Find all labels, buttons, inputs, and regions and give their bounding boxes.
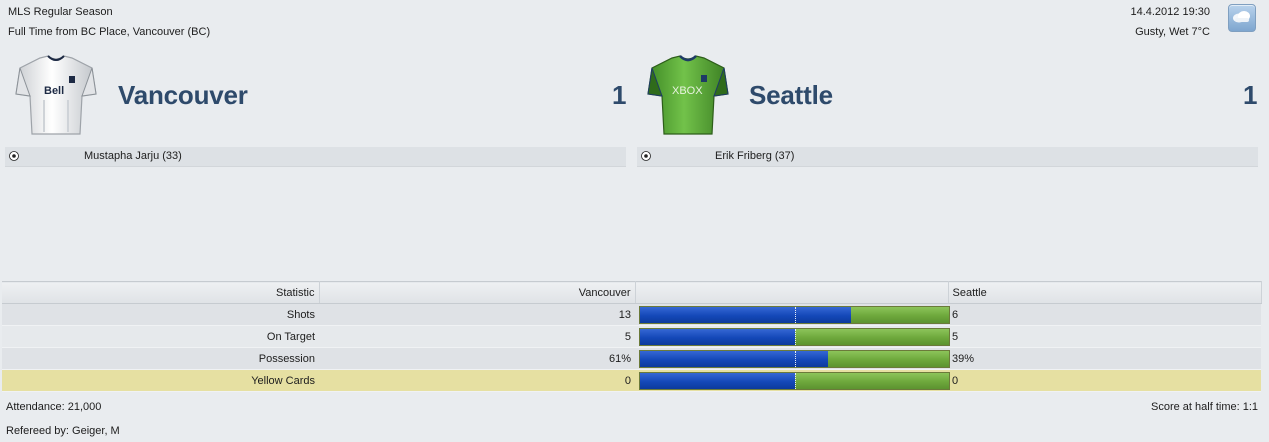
football-icon bbox=[9, 151, 19, 161]
comparison-bar-cell bbox=[635, 303, 950, 326]
comparison-bar bbox=[639, 305, 950, 324]
home-team-name[interactable]: Vancouver bbox=[118, 80, 248, 111]
home-value: 5 bbox=[319, 325, 635, 348]
table-row: On Target 5 5 bbox=[2, 325, 1261, 348]
away-value: 6 bbox=[948, 303, 1261, 326]
match-stats-table: Statistic Vancouver Seattle Shots 13 6 O… bbox=[2, 281, 1262, 392]
home-bar-fill bbox=[640, 306, 852, 323]
cloud-icon[interactable] bbox=[1228, 4, 1256, 32]
away-score: 1 bbox=[1243, 80, 1258, 110]
table-row: Yellow Cards 0 0 bbox=[2, 369, 1261, 392]
comparison-bar bbox=[639, 349, 950, 368]
home-shirt-sponsor: Bell bbox=[44, 85, 64, 97]
away-value: 0 bbox=[948, 369, 1261, 392]
away-shirt-icon[interactable]: XBOX bbox=[646, 54, 730, 138]
home-col-header[interactable]: Vancouver bbox=[319, 281, 636, 304]
stat-label: Shots bbox=[2, 303, 319, 326]
home-shirt-icon[interactable]: Bell bbox=[14, 54, 98, 138]
table-row: Shots 13 6 bbox=[2, 303, 1261, 326]
football-icon bbox=[641, 151, 651, 161]
away-shirt-sponsor: XBOX bbox=[672, 85, 703, 97]
match-datetime: 14.4.2012 19:30 bbox=[1130, 6, 1210, 18]
home-value: 13 bbox=[319, 303, 635, 326]
away-value: 5 bbox=[948, 325, 1261, 348]
home-bar-fill bbox=[640, 350, 829, 367]
comparison-bar-cell bbox=[635, 325, 950, 348]
away-value: 39% bbox=[948, 347, 1261, 370]
comparison-bar-cell bbox=[635, 369, 950, 392]
home-scorer-row: Mustapha Jarju (33) bbox=[5, 147, 626, 167]
attendance: Attendance: 21,000 bbox=[6, 401, 102, 413]
bar-midline bbox=[794, 372, 796, 389]
stat-label: On Target bbox=[2, 325, 319, 348]
home-value: 0 bbox=[319, 369, 635, 392]
home-bar-fill bbox=[640, 328, 795, 345]
away-scorer[interactable]: Erik Friberg (37) bbox=[715, 150, 794, 162]
stat-label: Possession bbox=[2, 347, 319, 370]
comparison-bar bbox=[639, 327, 950, 346]
away-team-name[interactable]: Seattle bbox=[749, 80, 833, 111]
comparison-bar-cell bbox=[635, 347, 950, 370]
competition-name: MLS Regular Season bbox=[8, 6, 113, 18]
bar-col-header bbox=[635, 281, 949, 304]
referee: Refereed by: Geiger, M bbox=[6, 425, 120, 437]
half-time-score: Score at half time: 1:1 bbox=[1151, 401, 1258, 413]
home-value: 61% bbox=[319, 347, 635, 370]
weather-text: Gusty, Wet 7°C bbox=[1135, 26, 1210, 38]
bar-midline bbox=[794, 350, 796, 367]
away-scorer-row: Erik Friberg (37) bbox=[637, 147, 1258, 167]
home-scorer[interactable]: Mustapha Jarju (33) bbox=[84, 150, 182, 162]
away-col-header[interactable]: Seattle bbox=[948, 281, 1262, 304]
stat-col-header[interactable]: Statistic bbox=[2, 281, 320, 304]
home-score: 1 bbox=[612, 80, 627, 110]
bar-midline bbox=[794, 328, 796, 345]
table-row: Possession 61% 39% bbox=[2, 347, 1261, 370]
match-status: Full Time from BC Place, Vancouver (BC) bbox=[8, 26, 211, 38]
comparison-bar bbox=[639, 371, 950, 390]
bar-midline bbox=[794, 306, 796, 323]
stat-label: Yellow Cards bbox=[2, 369, 319, 392]
home-bar-fill bbox=[640, 372, 795, 389]
